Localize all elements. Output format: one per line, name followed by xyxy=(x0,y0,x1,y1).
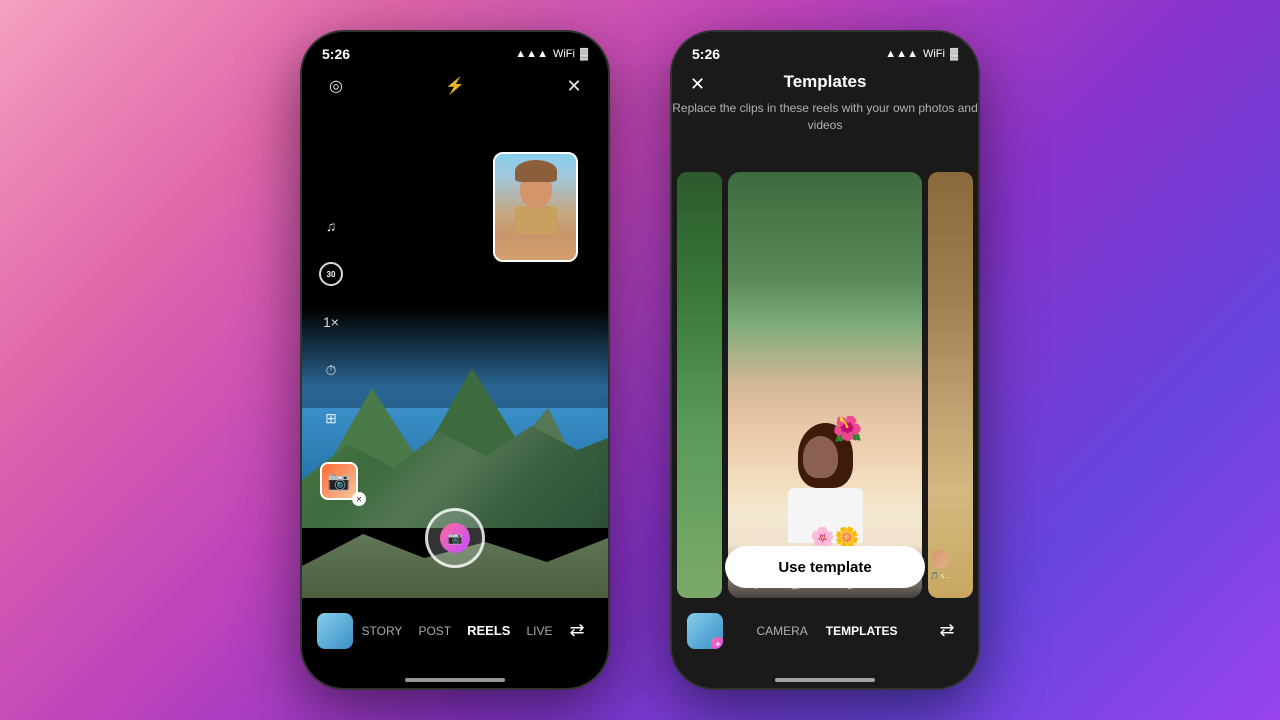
side-audio-icon: 🎵 xyxy=(930,572,939,580)
speed-value: 1× xyxy=(323,314,339,330)
template-card-main[interactable]: 🌺 🌸🌼 xyxy=(728,172,922,598)
use-template-label: Use template xyxy=(778,559,871,576)
signal-icon-2: ▲▲▲ xyxy=(885,48,918,60)
templates-title: Templates xyxy=(672,72,978,92)
wifi-icon: WiFi xyxy=(553,48,575,60)
use-template-button[interactable]: Use template xyxy=(725,546,925,588)
wifi-icon-2: WiFi xyxy=(923,48,945,60)
camera-bottom-nav: STORY POST REELS LIVE ⇄ xyxy=(302,603,608,658)
templates-header: Templates Replace the clips in these ree… xyxy=(672,72,978,134)
selfie-preview[interactable] xyxy=(493,152,578,262)
speed-icon[interactable]: 1× xyxy=(317,308,345,336)
clock-icon[interactable]: ⏱ xyxy=(317,356,345,384)
timer-icon[interactable]: 30 xyxy=(317,260,345,288)
mode-tabs: STORY POST REELS LIVE xyxy=(362,623,553,638)
status-bar-phone2: 5:26 ▲▲▲ WiFi ▓ xyxy=(672,32,978,68)
shutter-inner: 📷 xyxy=(440,523,470,553)
status-icons-phone1: ▲▲▲ WiFi ▓ xyxy=(515,48,588,60)
gallery-thumbnail-2[interactable]: + xyxy=(687,613,723,649)
template-card-right[interactable]: 🎵 s... xyxy=(928,172,973,598)
home-indicator-phone1 xyxy=(405,678,505,682)
template-cards-container: 🌺 🌸🌼 xyxy=(672,172,978,598)
phone-2: 5:26 ▲▲▲ WiFi ▓ ✕ Templates Replace the … xyxy=(670,30,980,690)
shutter-button[interactable]: 📷 xyxy=(425,508,485,568)
left-tools-panel: ♫ 30 1× ⏱ ⊞ xyxy=(317,212,345,432)
flip-camera-icon[interactable]: ⇄ xyxy=(561,615,593,647)
gallery-thumbnail[interactable] xyxy=(317,613,353,649)
timer-value: 30 xyxy=(327,270,336,279)
tab-post[interactable]: POST xyxy=(418,624,451,638)
battery-icon: ▓ xyxy=(580,48,588,60)
template-mode-tabs: CAMERA TEMPLATES xyxy=(756,624,897,638)
layout-icon[interactable]: ⊞ xyxy=(317,404,345,432)
time-phone2: 5:26 xyxy=(692,46,720,62)
flash-icon[interactable]: ⚡ xyxy=(441,72,469,100)
flip-camera-icon-2[interactable]: ⇄ xyxy=(931,615,963,647)
tab-camera[interactable]: CAMERA xyxy=(756,624,807,638)
status-bar-phone1: 5:26 ▲▲▲ WiFi ▓ xyxy=(302,32,608,68)
home-indicator-phone2 xyxy=(775,678,875,682)
camera-top-bar: ◎ ⚡ ✕ xyxy=(302,72,608,100)
tab-live[interactable]: LIVE xyxy=(526,624,552,638)
plus-badge: + xyxy=(711,637,723,649)
close-camera-icon[interactable]: ✕ xyxy=(560,72,588,100)
tab-story[interactable]: STORY xyxy=(362,624,403,638)
template-card-left[interactable] xyxy=(677,172,722,598)
time-phone1: 5:26 xyxy=(322,46,350,62)
templates-subtitle: Replace the clips in these reels with yo… xyxy=(672,100,978,134)
status-icons-phone2: ▲▲▲ WiFi ▓ xyxy=(885,48,958,60)
music-icon[interactable]: ♫ xyxy=(317,212,345,240)
templates-bottom-nav: + CAMERA TEMPLATES ⇄ xyxy=(672,603,978,658)
media-picker-close[interactable]: ✕ xyxy=(352,492,366,506)
battery-icon-2: ▓ xyxy=(950,48,958,60)
lens-selector-icon[interactable]: ◎ xyxy=(322,72,350,100)
phone-1: 5:26 ▲▲▲ WiFi ▓ ◎ ⚡ ✕ ♫ 30 1× ⏱ xyxy=(300,30,610,690)
tab-templates[interactable]: TEMPLATES xyxy=(826,624,898,638)
tab-reels[interactable]: REELS xyxy=(467,623,510,638)
signal-icon: ▲▲▲ xyxy=(515,48,548,60)
side-audio-text: s... xyxy=(941,573,950,580)
